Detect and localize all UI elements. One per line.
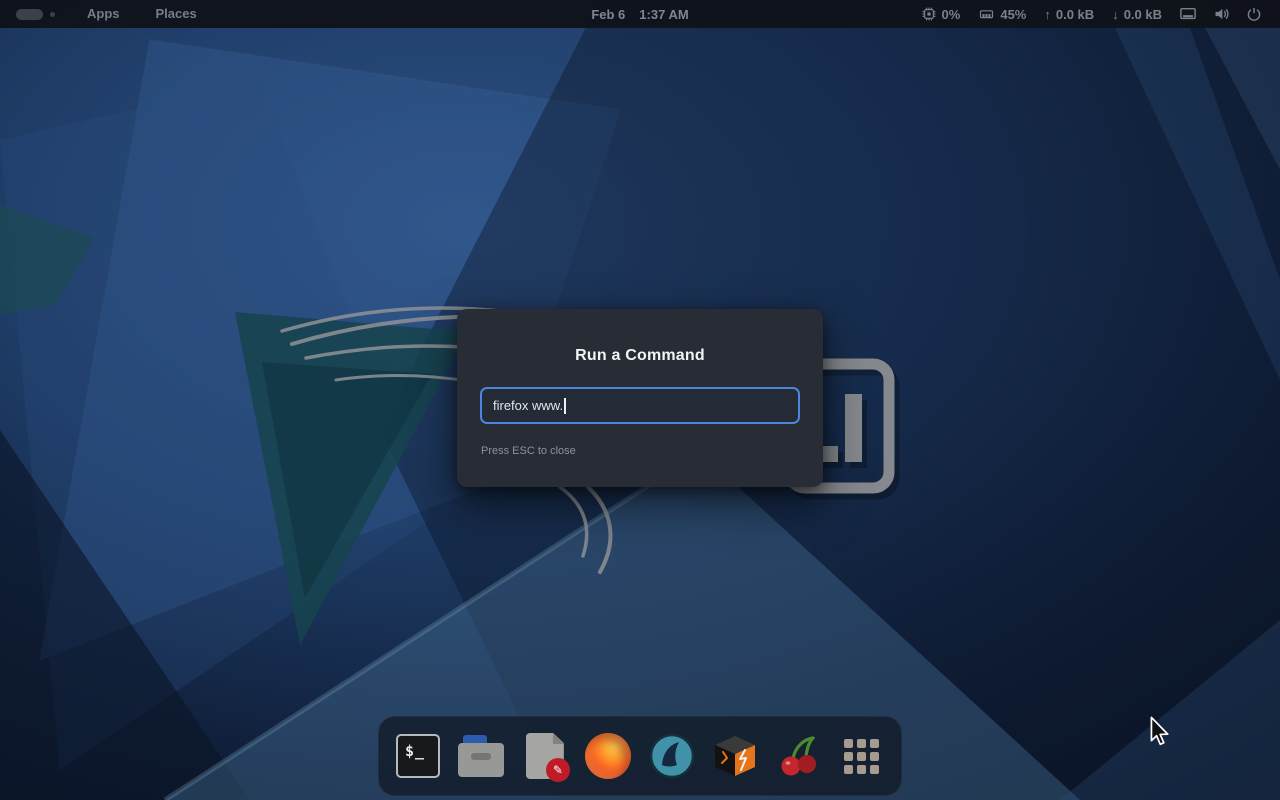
cpu-chip-icon: [921, 6, 937, 22]
panel-menu-places[interactable]: Places: [138, 0, 215, 28]
display-settings-button[interactable]: [1171, 0, 1205, 28]
dock-item-file-manager[interactable]: [458, 733, 504, 779]
volume-icon: [1213, 6, 1230, 22]
text-caret: [564, 398, 566, 414]
folder-handle: [471, 753, 491, 760]
memory-icon: [978, 6, 995, 22]
dialog-title: Run a Command: [457, 347, 823, 365]
dock-item-burpsuite[interactable]: [712, 733, 758, 779]
mouse-cursor: [1149, 716, 1171, 751]
dock-item-text-editor[interactable]: ✎: [522, 733, 568, 779]
terminal-icon: $_: [396, 734, 440, 778]
cherrytree-icon: [776, 733, 822, 779]
network-down-value: 0.0 kB: [1124, 7, 1162, 22]
firefox-icon: [585, 733, 631, 779]
burpsuite-icon: [712, 733, 758, 779]
top-panel: Apps Places Feb 6 1:37 AM 0%: [0, 0, 1280, 28]
applications-menu-button[interactable]: [0, 0, 69, 28]
dock-item-terminal[interactable]: $_: [395, 733, 441, 779]
run-command-dialog: Run a Command firefox www. Press ESC to …: [457, 309, 823, 487]
command-input-value: firefox www.: [493, 398, 563, 413]
file-manager-icon: [458, 735, 504, 777]
clock-date: Feb 6: [591, 7, 625, 22]
memory-value: 45%: [1000, 7, 1026, 22]
cpu-value: 0%: [942, 7, 961, 22]
whisker-menu-icon: [16, 9, 43, 20]
display-icon: [1179, 6, 1197, 22]
text-editor-icon: ✎: [526, 733, 564, 779]
network-up-indicator[interactable]: ↑ 0.0 kB: [1035, 7, 1103, 22]
esc-hint-label: Press ESC to close: [481, 445, 576, 457]
power-button[interactable]: [1238, 0, 1270, 28]
folder-body: [458, 743, 504, 777]
dock-item-app-grid[interactable]: [839, 733, 885, 779]
pencil-glyph: ✎: [553, 763, 563, 777]
download-arrow-icon: ↓: [1112, 7, 1119, 22]
network-down-indicator[interactable]: ↓ 0.0 kB: [1103, 7, 1171, 22]
network-up-value: 0.0 kB: [1056, 7, 1094, 22]
clock-time: 1:37 AM: [639, 7, 688, 22]
command-input[interactable]: firefox www.: [480, 387, 800, 424]
power-icon: [1246, 6, 1262, 22]
document-fold: [553, 733, 564, 744]
volume-button[interactable]: [1205, 0, 1238, 28]
app-grid-icon: [844, 739, 879, 774]
pencil-badge-icon: ✎: [546, 758, 570, 782]
dock-item-firefox[interactable]: [585, 733, 631, 779]
dock: $_ ✎: [378, 716, 902, 796]
terminal-prompt-glyph: $_: [405, 742, 425, 760]
whisker-menu-dot-icon: [50, 12, 55, 17]
cpu-indicator[interactable]: 0%: [912, 6, 970, 22]
memory-indicator[interactable]: 45%: [969, 6, 1035, 22]
wireshark-icon: [649, 733, 695, 779]
clock[interactable]: Feb 6 1:37 AM: [591, 7, 688, 22]
dock-item-cherrytree[interactable]: [776, 733, 822, 779]
panel-menu-apps[interactable]: Apps: [69, 0, 138, 28]
dock-item-wireshark[interactable]: [649, 733, 695, 779]
upload-arrow-icon: ↑: [1044, 7, 1051, 22]
